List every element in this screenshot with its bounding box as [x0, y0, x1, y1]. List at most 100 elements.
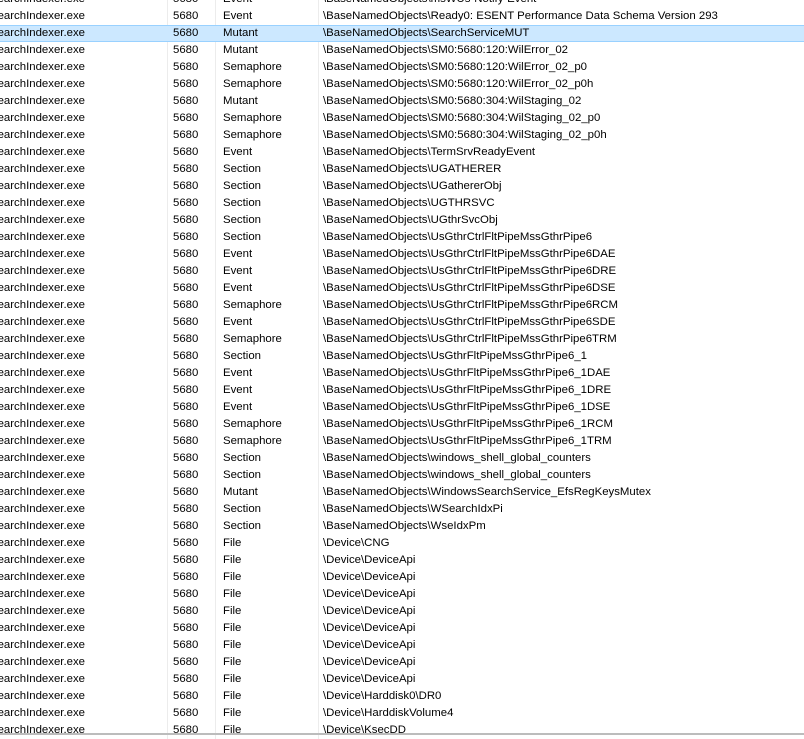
- pid-cell: 5680: [173, 146, 199, 158]
- table-row[interactable]: SearchIndexer.exe 5680 File \Device\Devi…: [0, 671, 804, 688]
- table-row[interactable]: SearchIndexer.exe 5680 Semaphore \BaseNa…: [0, 297, 804, 314]
- pid-cell: 5680: [173, 95, 199, 107]
- type-cell: Section: [223, 469, 261, 481]
- table-row[interactable]: SearchIndexer.exe 5680 Event \BaseNamedO…: [0, 399, 804, 416]
- table-row[interactable]: SearchIndexer.exe 5680 Semaphore \BaseNa…: [0, 110, 804, 127]
- table-row[interactable]: SearchIndexer.exe 5680 File \Device\Hard…: [0, 688, 804, 705]
- table-row[interactable]: SearchIndexer.exe 5680 Section \BaseName…: [0, 501, 804, 518]
- type-cell: File: [223, 554, 242, 566]
- type-cell: Semaphore: [223, 61, 282, 73]
- name-cell: \BaseNamedObjects\UsGthrFltPipeMssGthrPi…: [323, 401, 611, 413]
- table-row[interactable]: SearchIndexer.exe 5680 Event \BaseNamedO…: [0, 8, 804, 25]
- table-row[interactable]: SearchIndexer.exe 5680 Semaphore \BaseNa…: [0, 433, 804, 450]
- table-row[interactable]: SearchIndexer.exe 5680 Mutant \BaseNamed…: [0, 25, 804, 42]
- table-row[interactable]: SearchIndexer.exe 5680 File \Device\Devi…: [0, 569, 804, 586]
- pid-cell: 5680: [173, 0, 213, 8]
- pid-cell: 5680: [173, 231, 199, 243]
- table-row[interactable]: SearchIndexer.exe 5680 Event \BaseNamedO…: [0, 365, 804, 382]
- name-cell: \Device\HarddiskVolume4: [323, 707, 454, 719]
- type-cell: Event: [223, 146, 253, 158]
- table-row[interactable]: SearchIndexer.exe 5680 Event \BaseNamedO…: [0, 280, 804, 297]
- table-row[interactable]: SearchIndexer.exe 5680 File \Device\Devi…: [0, 654, 804, 671]
- table-row[interactable]: SearchIndexer.exe 5680 Section \BaseName…: [0, 518, 804, 535]
- process-cell: SearchIndexer.exe: [0, 282, 85, 294]
- type-cell: Mutant: [223, 27, 258, 39]
- type-cell: Section: [223, 231, 261, 243]
- table-row[interactable]: SearchIndexer.exe 5680 File \Device\Hard…: [0, 705, 804, 722]
- type-cell: Event: [223, 0, 318, 8]
- table-row[interactable]: SearchIndexer.exe 5680 Section \BaseName…: [0, 467, 804, 484]
- table-row[interactable]: SearchIndexer.exe 5680 Event \BaseNamedO…: [0, 314, 804, 331]
- process-cell: SearchIndexer.exe: [0, 316, 85, 328]
- name-cell: \Device\DeviceApi: [323, 588, 416, 600]
- process-cell: SearchIndexer.exe: [0, 146, 85, 158]
- table-row[interactable]: SearchIndexer.exe 5680 Section \BaseName…: [0, 229, 804, 246]
- pid-cell: 5680: [173, 10, 199, 22]
- name-cell: \BaseNamedObjects\UGTHRSVC: [323, 197, 495, 209]
- type-cell: File: [223, 571, 242, 583]
- name-cell: \Device\DeviceApi: [323, 639, 416, 651]
- handle-table[interactable]: SearchIndexer.exe 5680 Event \BaseNamedO…: [0, 0, 804, 739]
- pid-cell: 5680: [173, 44, 199, 56]
- table-row[interactable]: SearchIndexer.exe 5680 File \Device\Ksec…: [0, 722, 804, 739]
- table-row[interactable]: SearchIndexer.exe 5680 File \Device\Devi…: [0, 552, 804, 569]
- table-row[interactable]: SearchIndexer.exe 5680 Section \BaseName…: [0, 161, 804, 178]
- table-row[interactable]: SearchIndexer.exe 5680 Section \BaseName…: [0, 195, 804, 212]
- name-cell: \BaseNamedObjects\WseIdxPm: [323, 520, 486, 532]
- name-cell: \BaseNamedObjects\UGathererObj: [323, 180, 502, 192]
- table-row[interactable]: SearchIndexer.exe 5680 File \Device\Devi…: [0, 603, 804, 620]
- process-cell: SearchIndexer.exe: [0, 622, 85, 634]
- table-row[interactable]: SearchIndexer.exe 5680 Event \BaseNamedO…: [0, 382, 804, 399]
- name-cell: \Device\DeviceApi: [323, 554, 416, 566]
- process-cell: SearchIndexer.exe: [0, 197, 85, 209]
- table-row[interactable]: SearchIndexer.exe 5680 Semaphore \BaseNa…: [0, 331, 804, 348]
- table-row[interactable]: SearchIndexer.exe 5680 Event \BaseNamedO…: [0, 246, 804, 263]
- process-cell: SearchIndexer.exe: [0, 95, 85, 107]
- name-cell: \BaseNamedObjects\SM0:5680:120:WilError_…: [323, 61, 588, 73]
- process-cell: SearchIndexer.exe: [0, 452, 85, 464]
- type-cell: File: [223, 656, 242, 668]
- process-cell: SearchIndexer.exe: [0, 435, 85, 447]
- table-row[interactable]: SearchIndexer.exe 5680 File \Device\Devi…: [0, 620, 804, 637]
- pid-cell: 5680: [173, 622, 199, 634]
- type-cell: Section: [223, 520, 261, 532]
- table-row[interactable]: SearchIndexer.exe 5680 Mutant \BaseNamed…: [0, 93, 804, 110]
- name-cell: \BaseNamedObjects\UsGthrCtrlFltPipeMssGt…: [323, 248, 616, 260]
- table-row[interactable]: SearchIndexer.exe 5680 Semaphore \BaseNa…: [0, 76, 804, 93]
- name-cell: \BaseNamedObjects\SM0:5680:304:WilStagin…: [323, 112, 601, 124]
- name-cell: \BaseNamedObjects\Ready0: ESENT Performa…: [323, 10, 718, 22]
- table-row[interactable]: SearchIndexer.exe 5680 Section \BaseName…: [0, 450, 804, 467]
- pid-cell: 5680: [173, 690, 199, 702]
- table-row[interactable]: SearchIndexer.exe 5680 Semaphore \BaseNa…: [0, 416, 804, 433]
- type-cell: Semaphore: [223, 78, 282, 90]
- process-cell: SearchIndexer.exe: [0, 180, 85, 192]
- pid-cell: 5680: [173, 282, 199, 294]
- table-row[interactable]: SearchIndexer.exe 5680 Mutant \BaseNamed…: [0, 484, 804, 501]
- type-cell: File: [223, 639, 242, 651]
- table-row[interactable]: SearchIndexer.exe 5680 Section \BaseName…: [0, 212, 804, 229]
- type-cell: Event: [223, 384, 253, 396]
- type-cell: Semaphore: [223, 435, 282, 447]
- table-row[interactable]: SearchIndexer.exe 5680 Semaphore \BaseNa…: [0, 59, 804, 76]
- process-cell: SearchIndexer.exe: [0, 384, 85, 396]
- pid-cell: 5680: [173, 656, 199, 668]
- table-row[interactable]: SearchIndexer.exe 5680 Event \BaseNamedO…: [0, 144, 804, 161]
- name-cell: \BaseNamedObjects\UsGthrFltPipeMssGthrPi…: [323, 435, 612, 447]
- pid-cell: 5680: [173, 486, 199, 498]
- process-cell: SearchIndexer.exe: [0, 503, 85, 515]
- table-row[interactable]: SearchIndexer.exe 5680 File \Device\Devi…: [0, 637, 804, 654]
- table-row[interactable]: SearchIndexer.exe 5680 Section \BaseName…: [0, 178, 804, 195]
- table-row[interactable]: SearchIndexer.exe 5680 File \Device\Devi…: [0, 586, 804, 603]
- type-cell: File: [223, 707, 242, 719]
- table-row[interactable]: SearchIndexer.exe 5680 Section \BaseName…: [0, 348, 804, 365]
- pid-cell: 5680: [173, 129, 199, 141]
- name-cell: \BaseNamedObjects\UGATHERER: [323, 163, 502, 175]
- table-row[interactable]: SearchIndexer.exe 5680 File \Device\CNG: [0, 535, 804, 552]
- process-cell: SearchIndexer.exe: [0, 78, 85, 90]
- handle-list-view: { "rows": [ {"process": "SearchIndexer.e…: [0, 0, 804, 739]
- process-cell: SearchIndexer.exe: [0, 299, 85, 311]
- table-row[interactable]: SearchIndexer.exe 5680 Event \BaseNamedO…: [0, 0, 804, 8]
- table-row[interactable]: SearchIndexer.exe 5680 Semaphore \BaseNa…: [0, 127, 804, 144]
- table-row[interactable]: SearchIndexer.exe 5680 Mutant \BaseNamed…: [0, 42, 804, 59]
- table-row[interactable]: SearchIndexer.exe 5680 Event \BaseNamedO…: [0, 263, 804, 280]
